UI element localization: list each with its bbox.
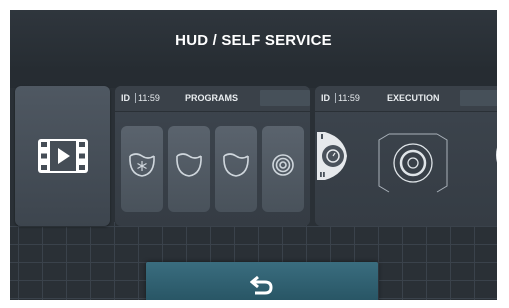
header-divider [135, 93, 136, 103]
video-card[interactable] [15, 86, 110, 226]
program-item[interactable] [121, 126, 163, 212]
back-button[interactable] [146, 262, 378, 300]
fast-forward-icon[interactable] [493, 140, 497, 170]
drum-rotation-icon[interactable] [367, 126, 459, 202]
execution-header-box [460, 90, 497, 106]
execution-time: 11:59 [338, 93, 360, 103]
programs-time: 11:59 [138, 93, 160, 103]
wash-tub-icon [176, 153, 202, 177]
back-arrow-icon [250, 275, 273, 295]
programs-header-box [260, 90, 310, 106]
execution-title: EXECUTION [387, 93, 440, 103]
execution-panel-header: ID 11:59 EXECUTION [315, 86, 497, 112]
wash-tub-snowflake-icon [129, 153, 155, 177]
header-divider [335, 93, 336, 103]
execution-id-label: ID [321, 93, 330, 103]
program-item[interactable] [262, 126, 304, 212]
programs-panel-header: ID 11:59 PROGRAMS [115, 86, 310, 112]
execution-panel[interactable]: ID 11:59 EXECUTION [315, 86, 497, 226]
dial-timer-icon[interactable] [315, 128, 355, 188]
screen: HUD / SELF SERVICE ID 11:59 PROGRAMS ID … [10, 10, 497, 300]
programs-title: PROGRAMS [185, 93, 239, 103]
programs-panel[interactable]: ID 11:59 PROGRAMS [115, 86, 310, 226]
page-title: HUD / SELF SERVICE [175, 32, 332, 49]
spin-spiral-icon [272, 154, 294, 176]
wash-tub-icon [223, 153, 249, 177]
program-item[interactable] [215, 126, 257, 212]
video-film-icon [38, 139, 88, 173]
programs-id-label: ID [121, 93, 130, 103]
program-item[interactable] [168, 126, 210, 212]
